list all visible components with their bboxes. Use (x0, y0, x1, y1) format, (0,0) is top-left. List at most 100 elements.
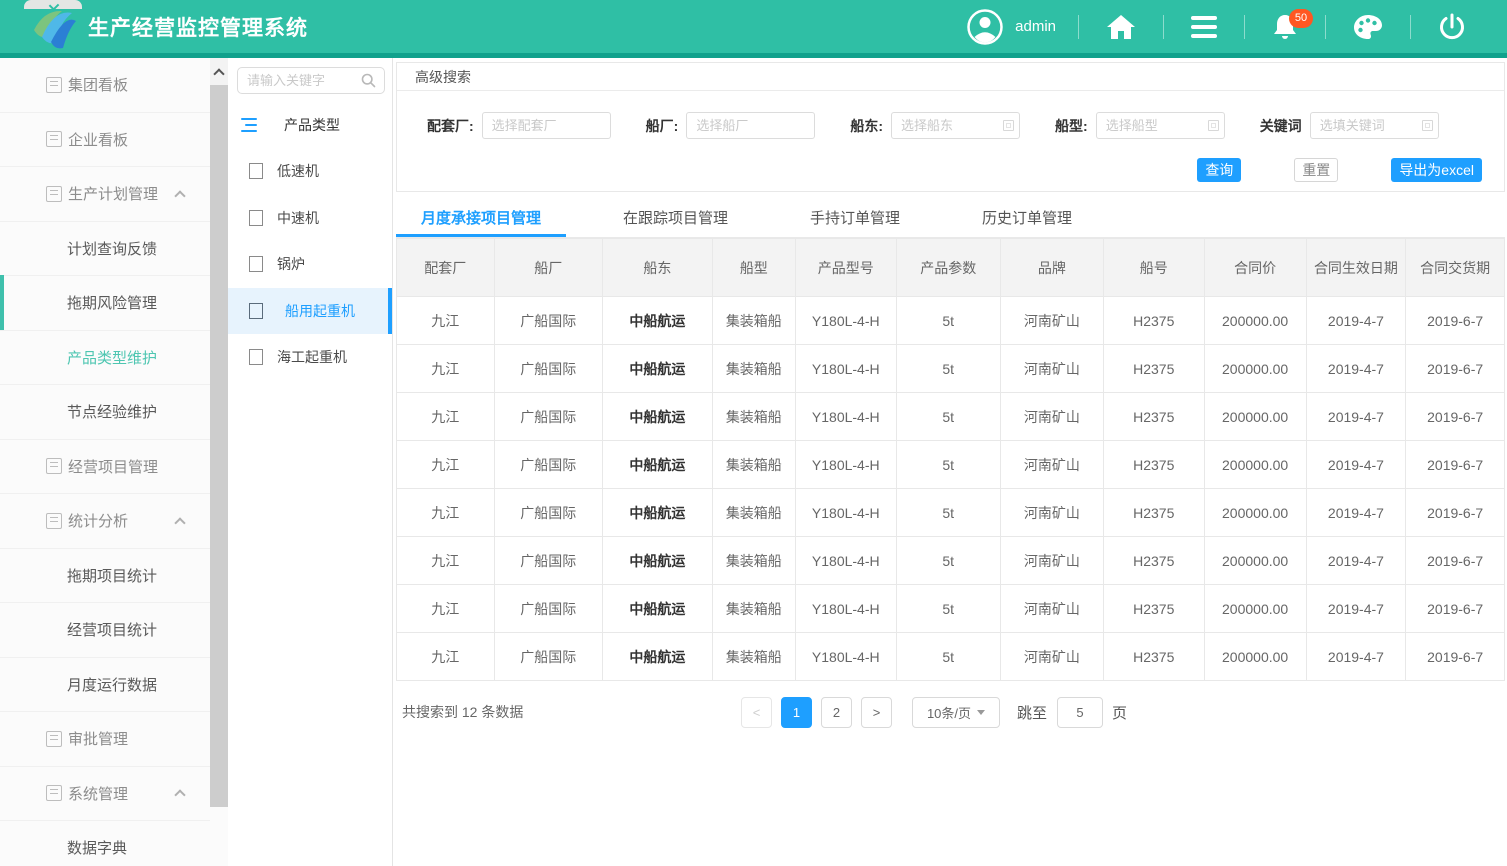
sidebar-item-计划查询反馈[interactable]: 计划查询反馈 (0, 222, 210, 277)
menu-button[interactable] (1164, 0, 1244, 53)
sidebar-item-label: 产品类型维护 (67, 347, 157, 368)
sidebar-item-label: 生产计划管理 (68, 183, 158, 204)
sidebar-item-经营项目统计[interactable]: 经营项目统计 (0, 603, 210, 658)
query-button[interactable]: 查询 (1197, 158, 1241, 182)
table-cell: 河南矿山 (1000, 633, 1103, 681)
table-row: 九江广船国际中船航运集装箱船Y180L-4-H5t河南矿山H2375200000… (397, 441, 1505, 489)
tree-item-label: 中速机 (277, 208, 319, 228)
sidebar-item-拖期项目统计[interactable]: 拖期项目统计 (0, 549, 210, 604)
next-page-button[interactable]: > (861, 697, 892, 728)
filter-label: 船厂: (646, 116, 679, 136)
chevron-down-icon (977, 710, 985, 715)
sidebar-item-企业看板[interactable]: 企业看板 (0, 113, 210, 168)
column-header: 产品型号 (795, 239, 896, 297)
tree-item-label: 船用起重机 (285, 301, 355, 321)
filter-group: 船型: (1055, 112, 1225, 139)
tree-item-锅炉[interactable]: 锅炉 (228, 241, 392, 288)
tab-bar: 月度承接项目管理在跟踪项目管理手持订单管理历史订单管理 (396, 202, 1505, 238)
placeholder-glyph-icon (249, 349, 263, 365)
sidebar-scrollbar[interactable] (210, 58, 228, 866)
filter-input-wrap (1310, 112, 1439, 139)
prev-page-button[interactable]: < (741, 697, 772, 728)
filter-label: 船东: (850, 116, 883, 136)
table-row: 九江广船国际中船航运集装箱船Y180L-4-H5t河南矿山H2375200000… (397, 489, 1505, 537)
table-row: 九江广船国际中船航运集装箱船Y180L-4-H5t河南矿山H2375200000… (397, 585, 1505, 633)
column-header: 船型 (712, 239, 795, 297)
filter-select-input[interactable] (1096, 112, 1225, 139)
sidebar-item-经营项目管理[interactable]: 经营项目管理 (0, 440, 210, 495)
table-cell: Y180L-4-H (795, 441, 896, 489)
theme-button[interactable] (1326, 0, 1410, 53)
table-cell: 5t (896, 297, 1000, 345)
sidebar-item-系统管理[interactable]: 系统管理 (0, 767, 210, 822)
tree-root-node[interactable]: 产品类型 (228, 102, 392, 148)
sidebar-item-拖期风险管理[interactable]: 拖期风险管理 (0, 276, 210, 331)
sidebar-item-集团看板[interactable]: 集团看板 (0, 58, 210, 113)
table-cell: Y180L-4-H (795, 537, 896, 585)
page-button-2[interactable]: 2 (821, 697, 852, 728)
pagination-bar: 共搜索到 12 条数据 < 12 > 10条/页 跳至 页 (396, 696, 1505, 728)
table-cell: 2019-4-7 (1306, 585, 1406, 633)
tab-在跟踪项目管理[interactable]: 在跟踪项目管理 (598, 202, 753, 237)
sidebar-item-label: 节点经验维护 (67, 401, 157, 422)
sidebar-item-月度运行数据[interactable]: 月度运行数据 (0, 658, 210, 713)
tree-item-低速机[interactable]: 低速机 (228, 148, 392, 195)
placeholder-glyph-icon (249, 210, 263, 226)
sidebar-item-数据字典[interactable]: 数据字典 (0, 821, 210, 866)
main-body: 集团看板 企业看板 生产计划管理 计划查询反馈 拖期风险管理 产品类型维护 节点… (0, 58, 1507, 866)
username-label: admin (1015, 18, 1056, 35)
placeholder-glyph-icon (46, 186, 62, 202)
tree-item-中速机[interactable]: 中速机 (228, 195, 392, 242)
page-button-1[interactable]: 1 (781, 697, 812, 728)
tree-item-船用起重机[interactable]: 船用起重机 (228, 288, 392, 335)
pagination-controls: < 12 > 10条/页 跳至 页 (741, 697, 1127, 728)
scroll-up-button[interactable] (210, 58, 228, 85)
reset-button[interactable]: 重置 (1294, 158, 1338, 182)
column-header: 船号 (1103, 239, 1204, 297)
tab-历史订单管理[interactable]: 历史订单管理 (957, 202, 1097, 237)
table-cell: 河南矿山 (1000, 537, 1103, 585)
table-cell: 200000.00 (1204, 489, 1306, 537)
table-cell: 河南矿山 (1000, 585, 1103, 633)
table-cell: 广船国际 (494, 585, 603, 633)
notifications-button[interactable]: 50 (1245, 0, 1325, 53)
export-excel-button[interactable]: 导出为excel (1391, 158, 1482, 182)
column-header: 合同交货期 (1406, 239, 1505, 297)
sidebar-item-节点经验维护[interactable]: 节点经验维护 (0, 385, 210, 440)
search-icon[interactable] (361, 73, 376, 88)
logout-button[interactable] (1411, 0, 1493, 53)
scrollbar-thumb[interactable] (210, 85, 228, 807)
avatar-icon (967, 9, 1003, 45)
filter-select-input[interactable] (891, 112, 1020, 139)
tree-item-label: 锅炉 (277, 254, 305, 274)
home-button[interactable] (1079, 0, 1163, 53)
table-cell: Y180L-4-H (795, 345, 896, 393)
advanced-search-panel: 高级搜索 配套厂: 船厂: 船东: 船型: 关键词 (396, 62, 1505, 192)
jump-page-input[interactable] (1057, 697, 1103, 728)
filter-select-input[interactable] (686, 112, 815, 139)
filter-select-input[interactable] (482, 112, 611, 139)
table-row: 九江广船国际中船航运集装箱船Y180L-4-H5t河南矿山H2375200000… (397, 537, 1505, 585)
table-cell: 2019-4-7 (1306, 393, 1406, 441)
table-cell: 200000.00 (1204, 537, 1306, 585)
tree-item-海工起重机[interactable]: 海工起重机 (228, 334, 392, 381)
table-cell: 集装箱船 (712, 393, 795, 441)
table-cell: 中船航运 (603, 537, 713, 585)
table-cell: 河南矿山 (1000, 297, 1103, 345)
table-cell: 2019-4-7 (1306, 489, 1406, 537)
filter-group: 配套厂: (427, 112, 611, 139)
notification-badge: 50 (1289, 9, 1313, 28)
tab-手持订单管理[interactable]: 手持订单管理 (785, 202, 925, 237)
sidebar-item-统计分析[interactable]: 统计分析 (0, 494, 210, 549)
chevron-up-icon (174, 517, 185, 528)
table-cell: H2375 (1103, 393, 1204, 441)
filter-select-input[interactable] (1310, 112, 1439, 139)
tab-月度承接项目管理[interactable]: 月度承接项目管理 (396, 202, 566, 237)
sidebar-item-审批管理[interactable]: 审批管理 (0, 712, 210, 767)
page-size-select[interactable]: 10条/页 (912, 697, 1000, 728)
user-menu[interactable]: admin (945, 0, 1078, 53)
table-cell: 200000.00 (1204, 345, 1306, 393)
sidebar-item-产品类型维护[interactable]: 产品类型维护 (0, 331, 210, 386)
sidebar-item-生产计划管理[interactable]: 生产计划管理 (0, 167, 210, 222)
page-size-value: 10条/页 (927, 703, 971, 722)
